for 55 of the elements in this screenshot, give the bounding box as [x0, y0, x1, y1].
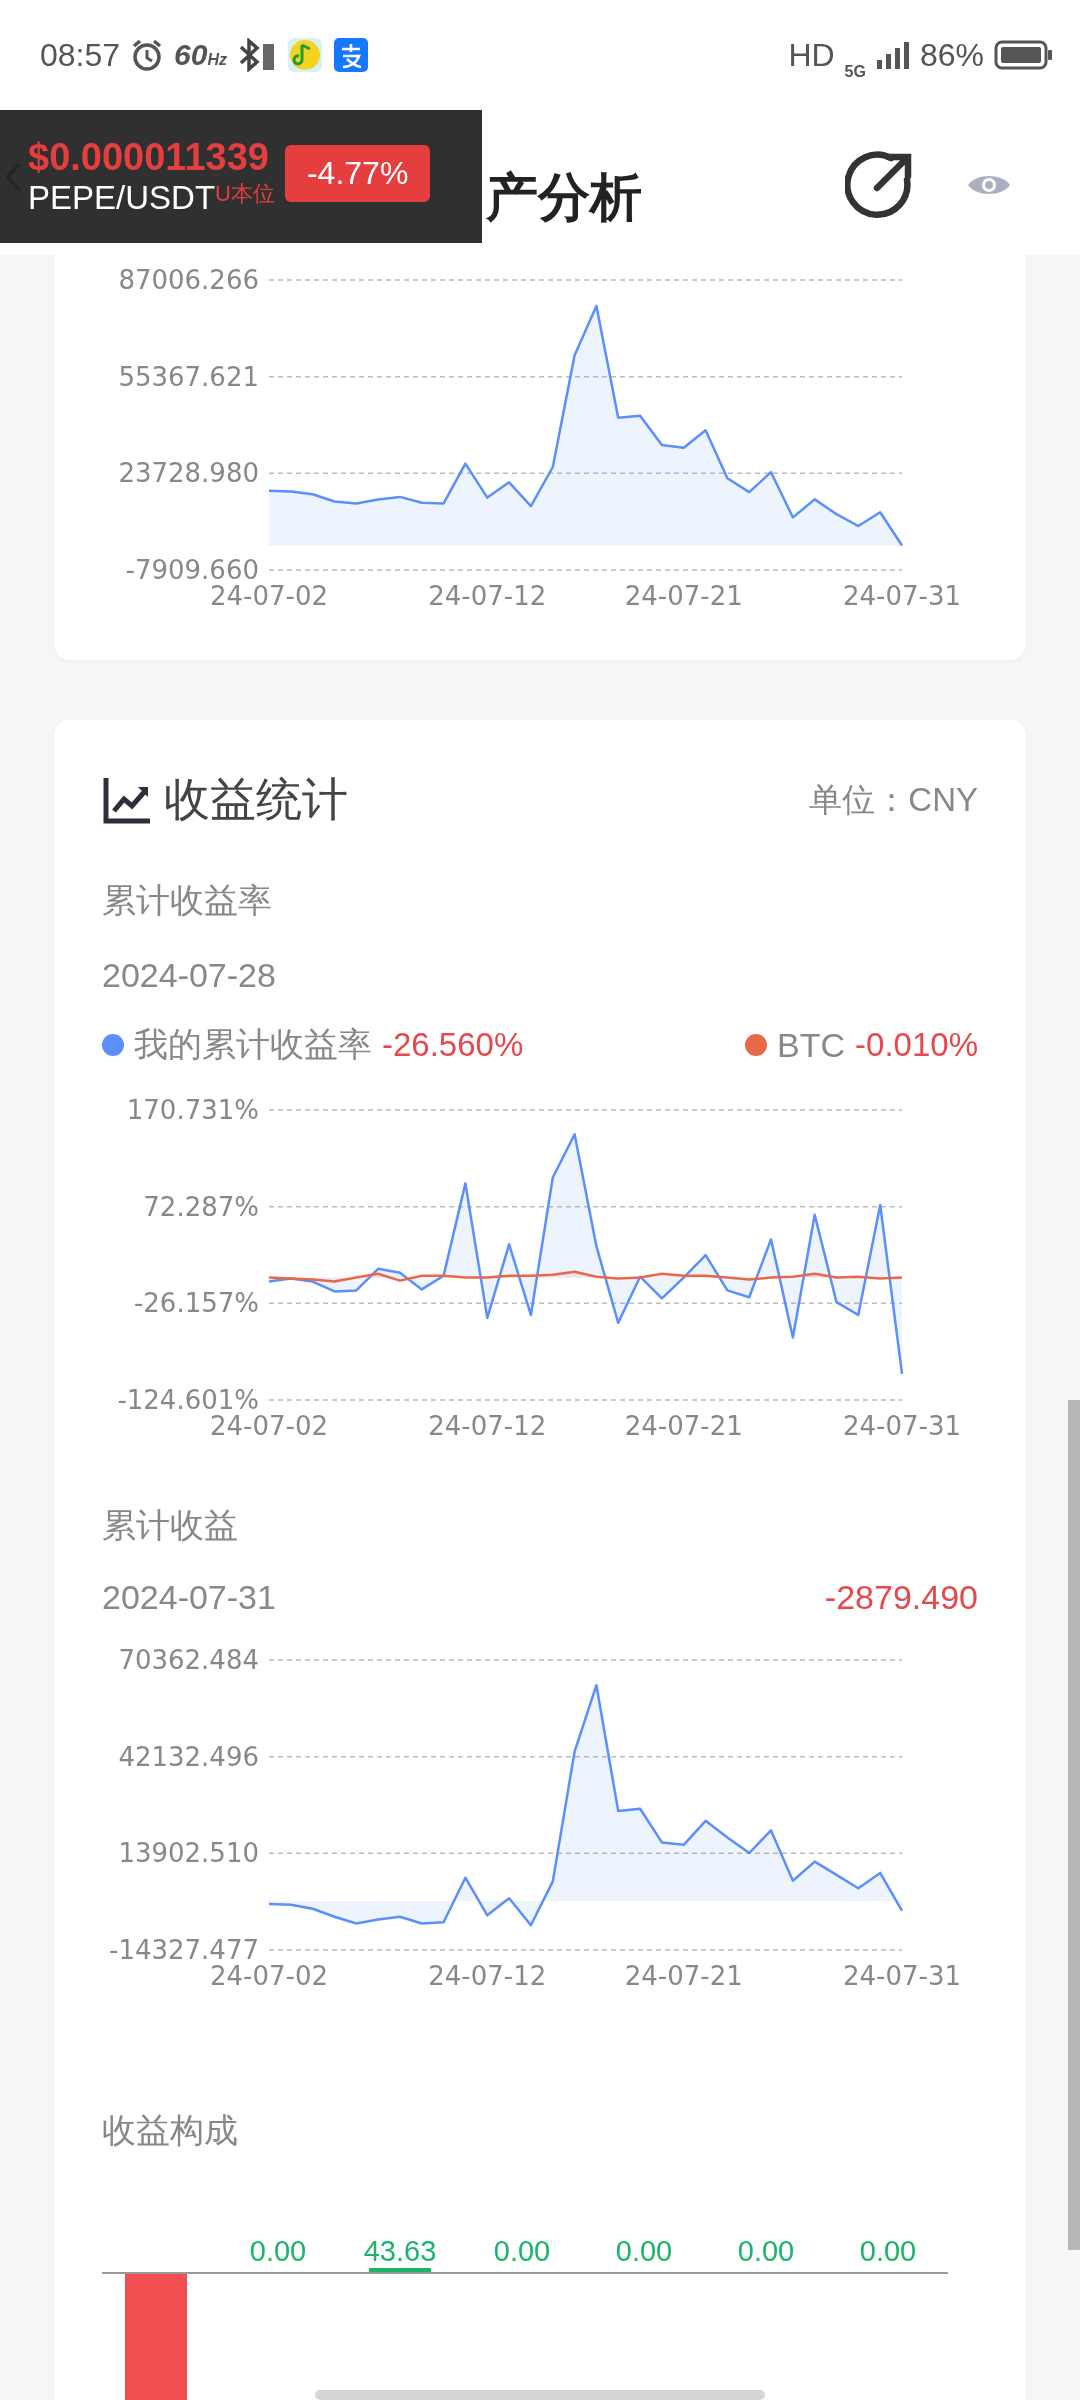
axis-label: 24-07-31 [843, 581, 961, 611]
axis-label: 13902.510 [118, 1838, 259, 1869]
legend-value: -26.560% [382, 1026, 524, 1064]
subsection-title: 累计收益率 [102, 880, 273, 921]
axis-label: 72.287% [143, 1191, 259, 1222]
ticker-market: U本位 [215, 180, 275, 206]
profit-bar [369, 2268, 431, 2273]
network-label: HD [788, 36, 835, 74]
bar-value: 0.00 [859, 2235, 917, 2268]
battery-icon [994, 40, 1054, 70]
scrollbar[interactable] [1068, 1400, 1080, 2250]
bar-value: 0.00 [737, 2235, 795, 2268]
date-label: 2024-07-28 [102, 955, 277, 996]
axis-label: 24-07-12 [428, 1961, 547, 1991]
change-badge: -4.77% [284, 145, 431, 202]
line-chart-icon [102, 775, 152, 825]
axis-label: 70362.484 [118, 1645, 259, 1675]
axis-label: 42132.496 [118, 1741, 259, 1772]
axis-label: 24-07-21 [624, 1411, 743, 1441]
axis-label: 24-07-12 [428, 1411, 547, 1441]
legend-value: -0.010% [855, 1026, 978, 1064]
axis-label: 24-07-31 [843, 1961, 961, 1991]
music-app-icon [287, 37, 323, 73]
axis-label: 24-07-12 [428, 581, 547, 611]
axis-label: 24-07-21 [624, 1961, 743, 1991]
profit-value: -2879.490 [824, 1577, 978, 1617]
axis-label: 55367.621 [118, 361, 259, 392]
bluetooth-icon [237, 38, 277, 72]
bar-value: 0.00 [493, 2235, 551, 2268]
refresh-rate: 60Hz [174, 38, 227, 72]
date-label: 2024-07-31 [102, 1577, 276, 1618]
subsection-title: 累计收益 [102, 1505, 239, 1546]
scrollbar[interactable] [315, 2390, 765, 2400]
axis-label: 87006.266 [118, 265, 259, 295]
axis-label: -26.157% [133, 1288, 259, 1319]
bar-value: 0.00 [615, 2235, 673, 2268]
page-title: 产分析 [486, 166, 642, 228]
axis-label: 170.731% [126, 1095, 259, 1125]
status-time: 08:57 [40, 36, 121, 74]
unit-label: 单位：CNY [809, 779, 978, 820]
bar-value: 43.63 [363, 2235, 437, 2268]
bar-value: 0.00 [249, 2235, 307, 2268]
axis-label: 23728.980 [118, 458, 259, 489]
legend-label: BTC [777, 1025, 846, 1065]
legend-label: 我的累计收益率 [134, 1024, 372, 1065]
ticker-price: $0.000011339 [28, 136, 270, 179]
signal-icon [875, 40, 910, 70]
axis-label: 24-07-21 [624, 581, 743, 611]
payment-app-icon [333, 37, 369, 73]
axis-label: 24-07-31 [843, 1411, 961, 1441]
battery-percent: 86% [919, 36, 984, 74]
network-type: 5G [844, 63, 866, 81]
subsection-title: 收益构成 [102, 2110, 239, 2151]
section-title: 收益统计 [164, 772, 348, 827]
ticker-pair: PEPE/USDT [28, 179, 216, 217]
